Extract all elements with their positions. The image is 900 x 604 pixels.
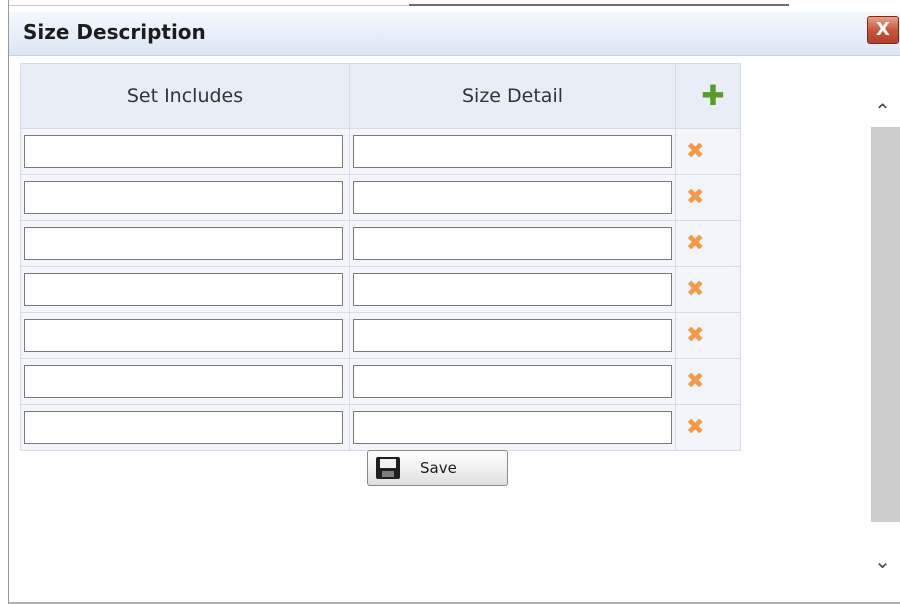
table-row: ✖ (20, 312, 741, 359)
set-includes-cell (20, 312, 350, 359)
scrollbar-thumb[interactable] (871, 127, 900, 522)
set-includes-input[interactable] (24, 227, 343, 260)
remove-row-icon[interactable]: ✖ (686, 416, 704, 439)
table-row: ✖ (20, 174, 741, 221)
table-row: ✖ (20, 358, 741, 405)
size-detail-input[interactable] (353, 227, 672, 260)
remove-row-icon[interactable]: ✖ (686, 370, 704, 393)
chevron-up-icon[interactable]: ⌃ (864, 91, 900, 131)
row-actions-cell: ✖ (675, 358, 741, 405)
size-detail-cell (349, 266, 676, 313)
size-detail-cell (349, 404, 676, 451)
set-includes-cell (20, 128, 350, 175)
set-includes-input[interactable] (24, 135, 343, 168)
set-includes-cell (20, 404, 350, 451)
size-detail-input[interactable] (353, 181, 672, 214)
vertical-scrollbar[interactable]: ⌃ ⌄ (864, 71, 900, 604)
table-row: ✖ (20, 220, 741, 267)
remove-row-icon[interactable]: ✖ (686, 186, 704, 209)
dialog-titlebar: Size Description X (9, 12, 900, 56)
table-row: ✖ (20, 128, 741, 175)
header-actions: ✚ (675, 63, 741, 129)
set-includes-input[interactable] (24, 181, 343, 214)
header-set-includes: Set Includes (20, 63, 350, 129)
table-header-row: Set Includes Size Detail ✚ (20, 63, 741, 129)
top-divider (9, 5, 409, 6)
close-icon: X (876, 19, 890, 40)
size-detail-cell (349, 358, 676, 405)
chevron-down-icon[interactable]: ⌄ (864, 541, 900, 581)
set-includes-cell (20, 358, 350, 405)
size-detail-cell (349, 312, 676, 359)
size-description-dialog: Size Description X Set Includes Size Det… (8, 0, 900, 604)
remove-row-icon[interactable]: ✖ (686, 140, 704, 163)
set-includes-input[interactable] (24, 365, 343, 398)
set-includes-input[interactable] (24, 273, 343, 306)
set-includes-input[interactable] (24, 411, 343, 444)
remove-row-icon[interactable]: ✖ (686, 278, 704, 301)
size-detail-cell (349, 128, 676, 175)
save-button[interactable]: Save (367, 450, 508, 486)
size-table: Set Includes Size Detail ✚ ✖ ✖ ✖ ✖ ✖ ✖ ✖ (20, 63, 741, 451)
size-detail-cell (349, 174, 676, 221)
close-button[interactable]: X (867, 16, 899, 44)
set-includes-cell (20, 220, 350, 267)
size-detail-input[interactable] (353, 365, 672, 398)
set-includes-cell (20, 266, 350, 313)
remove-row-icon[interactable]: ✖ (686, 232, 704, 255)
size-detail-cell (349, 220, 676, 267)
row-actions-cell: ✖ (675, 220, 741, 267)
dialog-title: Size Description (23, 20, 206, 44)
row-actions-cell: ✖ (675, 128, 741, 175)
floppy-disk-icon (376, 457, 400, 479)
header-size-detail: Size Detail (349, 63, 676, 129)
add-row-icon[interactable]: ✚ (701, 82, 724, 110)
row-actions-cell: ✖ (675, 266, 741, 313)
row-actions-cell: ✖ (675, 174, 741, 221)
size-detail-input[interactable] (353, 273, 672, 306)
size-detail-input[interactable] (353, 319, 672, 352)
save-button-label: Save (420, 459, 457, 477)
size-detail-input[interactable] (353, 135, 672, 168)
table-row: ✖ (20, 404, 741, 451)
row-actions-cell: ✖ (675, 404, 741, 451)
table-row: ✖ (20, 266, 741, 313)
top-divider-dark (409, 4, 789, 6)
window-top-edge (9, 0, 900, 8)
set-includes-cell (20, 174, 350, 221)
row-actions-cell: ✖ (675, 312, 741, 359)
set-includes-input[interactable] (24, 319, 343, 352)
size-detail-input[interactable] (353, 411, 672, 444)
remove-row-icon[interactable]: ✖ (686, 324, 704, 347)
dialog-content: Set Includes Size Detail ✚ ✖ ✖ ✖ ✖ ✖ ✖ ✖ Save … (9, 56, 900, 604)
